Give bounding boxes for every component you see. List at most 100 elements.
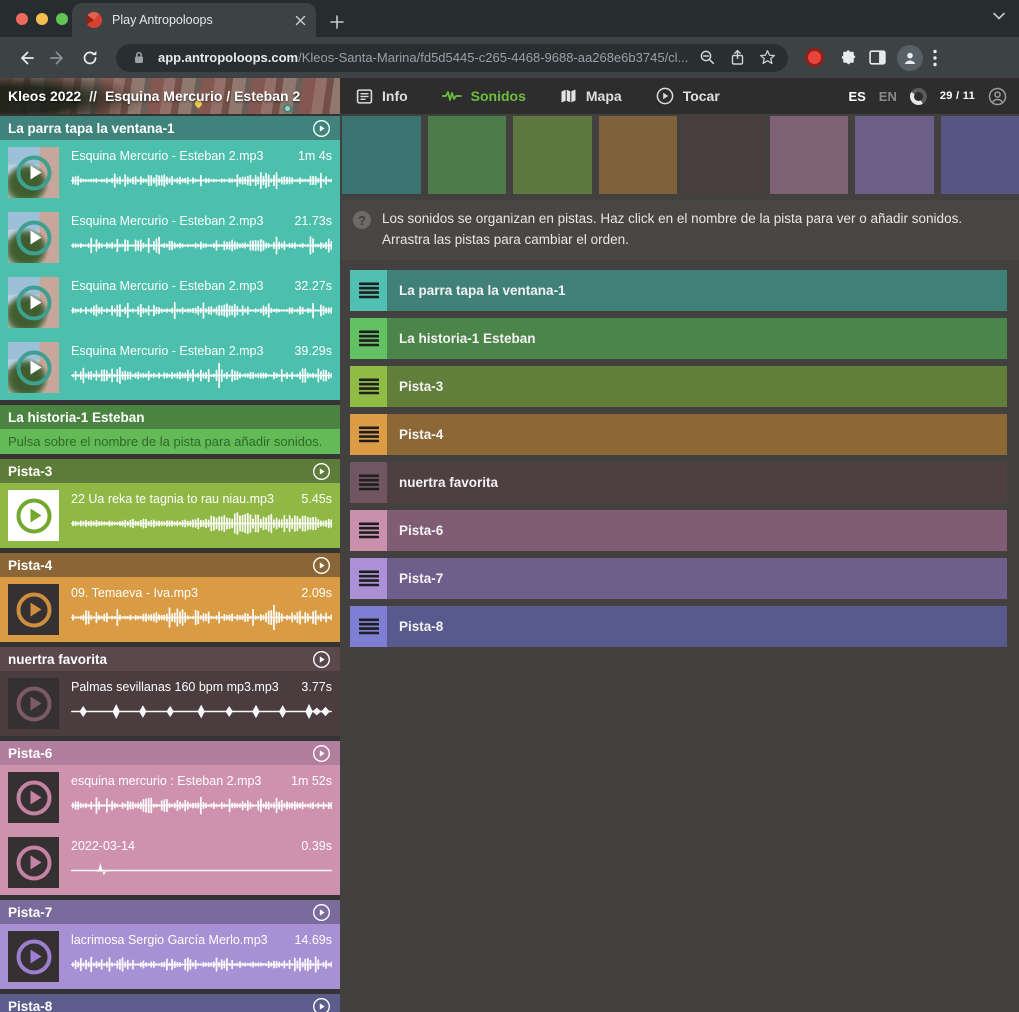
track-color-swatch-6[interactable] bbox=[770, 116, 849, 194]
screen-record-indicator-icon[interactable] bbox=[808, 51, 821, 64]
zoom-window-button[interactable] bbox=[56, 13, 68, 25]
clip-waveform[interactable] bbox=[71, 168, 332, 193]
track-row[interactable]: La historia-1 Esteban bbox=[350, 318, 1007, 359]
extensions-puzzle-icon[interactable] bbox=[839, 48, 858, 67]
track-row[interactable]: Pista-4 bbox=[350, 414, 1007, 455]
clip-play-icon[interactable] bbox=[16, 498, 51, 533]
nav-tocar[interactable]: Tocar bbox=[656, 87, 720, 105]
breadcrumb[interactable]: Kleos 2022 // Esquina Mercurio / Esteban… bbox=[0, 78, 340, 114]
clip-waveform[interactable] bbox=[71, 233, 332, 258]
track-color-swatch-1[interactable] bbox=[342, 116, 421, 194]
sound-clip[interactable]: Esquina Mercurio - Esteban 2.mp3 32.27s bbox=[0, 270, 340, 335]
address-bar[interactable]: app.antropoloops.com/Kleos-Santa-Marina/… bbox=[116, 44, 788, 72]
new-tab-button[interactable] bbox=[330, 15, 344, 29]
drag-handle-icon[interactable] bbox=[350, 270, 387, 311]
clip-thumbnail[interactable] bbox=[8, 212, 59, 263]
nav-sonidos[interactable]: Sonidos bbox=[442, 88, 526, 104]
sound-clip[interactable]: Esquina Mercurio - Esteban 2.mp3 1m 4s bbox=[0, 140, 340, 205]
track-play-icon[interactable] bbox=[312, 462, 331, 481]
clip-thumbnail[interactable] bbox=[8, 837, 59, 888]
sound-clip[interactable]: esquina mercurio : Esteban 2.mp3 1m 52s bbox=[0, 765, 340, 830]
clip-play-icon[interactable] bbox=[16, 155, 51, 190]
sidebar-track-header[interactable]: nuertra favorita bbox=[0, 647, 340, 671]
sound-clip[interactable]: lacrimosa Sergio García Merlo.mp3 14.69s bbox=[0, 924, 340, 989]
track-color-swatch-4[interactable] bbox=[599, 116, 678, 194]
clip-waveform[interactable] bbox=[71, 952, 332, 977]
clip-thumbnail[interactable] bbox=[8, 490, 59, 541]
track-color-swatch-2[interactable] bbox=[428, 116, 507, 194]
track-row[interactable]: Pista-3 bbox=[350, 366, 1007, 407]
clip-thumbnail[interactable] bbox=[8, 678, 59, 729]
clip-waveform[interactable] bbox=[71, 605, 332, 630]
drag-handle-icon[interactable] bbox=[350, 510, 387, 551]
drag-handle-icon[interactable] bbox=[350, 318, 387, 359]
track-color-swatch-7[interactable] bbox=[855, 116, 934, 194]
side-panel-icon[interactable] bbox=[868, 48, 887, 67]
clip-waveform[interactable] bbox=[71, 793, 332, 818]
drag-handle-icon[interactable] bbox=[350, 366, 387, 407]
nav-mapa[interactable]: Mapa bbox=[560, 88, 622, 104]
drag-handle-icon[interactable] bbox=[350, 414, 387, 455]
close-window-button[interactable] bbox=[16, 13, 28, 25]
sidebar-track-header[interactable]: Pista-6 bbox=[0, 741, 340, 765]
clip-play-icon[interactable] bbox=[16, 939, 51, 974]
sound-clip[interactable]: 22 Ua reka te tagnia to rau niau.mp3 5.4… bbox=[0, 483, 340, 548]
zoom-out-icon[interactable] bbox=[696, 47, 718, 69]
sidebar-track-header[interactable]: Pista-7 bbox=[0, 900, 340, 924]
sidebar-track-header[interactable]: La parra tapa la ventana-1 bbox=[0, 116, 340, 140]
account-icon[interactable] bbox=[988, 87, 1007, 106]
track-play-icon[interactable] bbox=[312, 650, 331, 669]
sound-clip[interactable]: 09. Temaeva - Iva.mp3 2.09s bbox=[0, 577, 340, 642]
clip-thumbnail[interactable] bbox=[8, 342, 59, 393]
clip-thumbnail[interactable] bbox=[8, 147, 59, 198]
clip-thumbnail[interactable] bbox=[8, 772, 59, 823]
track-play-icon[interactable] bbox=[312, 997, 331, 1012]
clip-play-icon[interactable] bbox=[16, 592, 51, 627]
track-play-icon[interactable] bbox=[312, 903, 331, 922]
clip-thumbnail[interactable] bbox=[8, 584, 59, 635]
clip-play-icon[interactable] bbox=[16, 845, 51, 880]
tab-search-chevron-icon[interactable] bbox=[993, 12, 1005, 20]
track-play-icon[interactable] bbox=[312, 556, 331, 575]
nav-info[interactable]: Info bbox=[356, 88, 408, 105]
tab-close-icon[interactable] bbox=[295, 15, 306, 26]
sound-clip[interactable]: Esquina Mercurio - Esteban 2.mp3 39.29s bbox=[0, 335, 340, 400]
clip-thumbnail[interactable] bbox=[8, 277, 59, 328]
drag-handle-icon[interactable] bbox=[350, 462, 387, 503]
track-row[interactable]: Pista-8 bbox=[350, 606, 1007, 647]
breadcrumb-project[interactable]: Kleos 2022 bbox=[8, 88, 81, 104]
track-color-swatch-3[interactable] bbox=[513, 116, 592, 194]
track-color-swatch-8[interactable] bbox=[941, 116, 1019, 194]
profile-avatar[interactable] bbox=[897, 45, 923, 71]
clip-waveform[interactable] bbox=[71, 858, 332, 883]
lock-icon[interactable] bbox=[128, 47, 150, 69]
clip-play-icon[interactable] bbox=[16, 220, 51, 255]
share-icon[interactable] bbox=[726, 47, 748, 69]
clip-thumbnail[interactable] bbox=[8, 931, 59, 982]
clip-waveform[interactable] bbox=[71, 511, 332, 536]
clip-play-icon[interactable] bbox=[16, 780, 51, 815]
track-play-icon[interactable] bbox=[312, 744, 331, 763]
back-icon[interactable] bbox=[14, 46, 38, 70]
reload-icon[interactable] bbox=[78, 46, 102, 70]
clip-waveform[interactable] bbox=[71, 699, 332, 724]
sound-clip[interactable]: Esquina Mercurio - Esteban 2.mp3 21.73s bbox=[0, 205, 340, 270]
lang-es[interactable]: ES bbox=[848, 89, 865, 104]
track-row[interactable]: Pista-7 bbox=[350, 558, 1007, 599]
drag-handle-icon[interactable] bbox=[350, 606, 387, 647]
browser-menu-kebab-icon[interactable] bbox=[933, 49, 937, 67]
track-row[interactable]: La parra tapa la ventana-1 bbox=[350, 270, 1007, 311]
minimize-window-button[interactable] bbox=[36, 13, 48, 25]
lang-en[interactable]: EN bbox=[879, 89, 897, 104]
track-row[interactable]: Pista-6 bbox=[350, 510, 1007, 551]
clip-waveform[interactable] bbox=[71, 363, 332, 388]
clip-waveform[interactable] bbox=[71, 298, 332, 323]
sound-clip[interactable]: Palmas sevillanas 160 bpm mp3.mp3 3.77s bbox=[0, 671, 340, 736]
browser-tab[interactable]: Play Antropoloops bbox=[72, 3, 316, 37]
clip-play-icon[interactable] bbox=[16, 350, 51, 385]
sidebar-track-header[interactable]: Pista-4 bbox=[0, 553, 340, 577]
sidebar-track-header[interactable]: La historia-1 Esteban bbox=[0, 405, 340, 429]
clip-play-icon[interactable] bbox=[16, 285, 51, 320]
forward-icon[interactable] bbox=[46, 46, 70, 70]
sidebar-track-header[interactable]: Pista-3 bbox=[0, 459, 340, 483]
